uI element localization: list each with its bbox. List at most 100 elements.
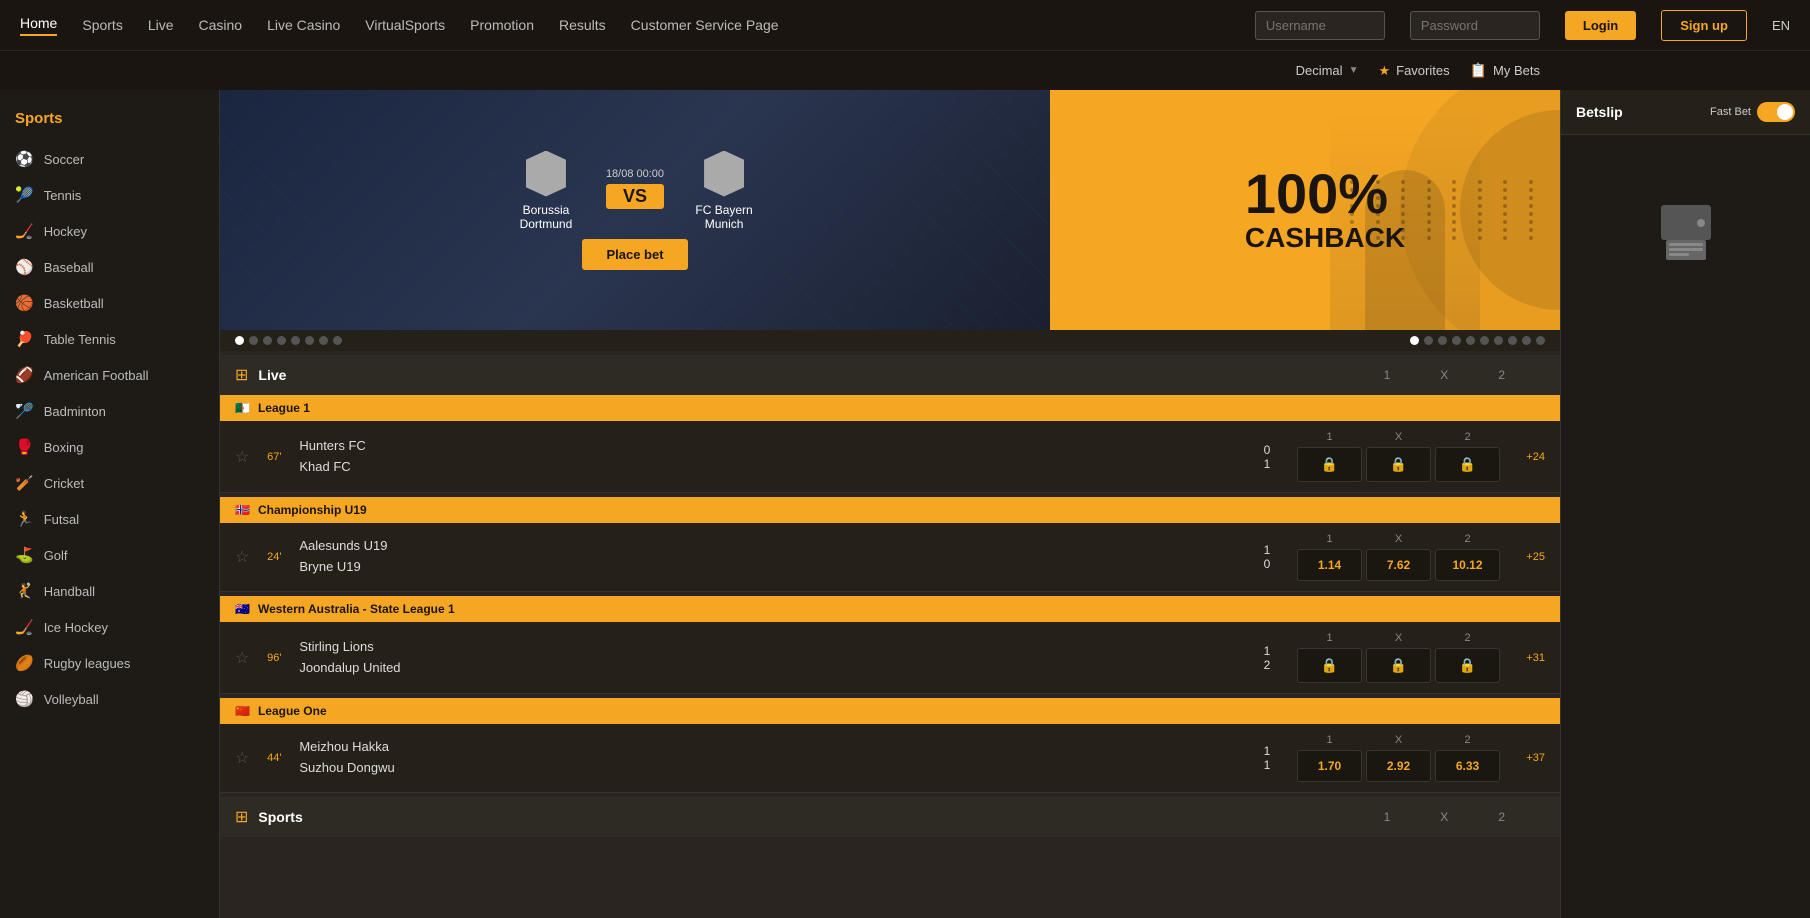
nav-virtual-sports[interactable]: VirtualSports bbox=[365, 17, 445, 33]
language-selector[interactable]: EN bbox=[1772, 18, 1790, 33]
team1-match2: Aalesunds U19 bbox=[299, 536, 1247, 557]
sidebar-item-basketball[interactable]: 🏀 Basketball bbox=[0, 285, 219, 321]
sidebar: Sports ⚽ Soccer 🎾 Tennis 🏒 Hockey ⚾ Base… bbox=[0, 90, 220, 918]
american-football-icon: 🏈 bbox=[15, 366, 34, 384]
promo-cashback: CASHBACK bbox=[1245, 222, 1405, 254]
dot-3[interactable] bbox=[263, 336, 272, 345]
favorite-star-2[interactable]: ☆ bbox=[235, 547, 249, 567]
promo-dot-8[interactable] bbox=[1508, 336, 1517, 345]
more-bets-3[interactable]: +31 bbox=[1510, 652, 1545, 664]
odds-1-2[interactable]: 1.14 bbox=[1297, 549, 1362, 581]
nav-casino[interactable]: Casino bbox=[199, 17, 243, 33]
dot-7[interactable] bbox=[319, 336, 328, 345]
promo-dot-4[interactable] bbox=[1452, 336, 1461, 345]
username-input[interactable] bbox=[1255, 11, 1385, 40]
promo-dot-7[interactable] bbox=[1494, 336, 1503, 345]
match-row-2: ☆ 24' Aalesunds U19 Bryne U19 1 0 1 X 2 … bbox=[220, 523, 1560, 592]
sidebar-item-baseball[interactable]: ⚾ Baseball bbox=[0, 249, 219, 285]
dot-6[interactable] bbox=[305, 336, 314, 345]
decimal-selector[interactable]: Decimal ▼ bbox=[1296, 63, 1359, 78]
banner-area: Borussia Dortmund 18/08 00:00 VS FC Baye… bbox=[220, 90, 1560, 330]
promo-dot-3[interactable] bbox=[1438, 336, 1447, 345]
promo-dot-5[interactable] bbox=[1466, 336, 1475, 345]
signup-button[interactable]: Sign up bbox=[1661, 10, 1747, 41]
dot-4[interactable] bbox=[277, 336, 286, 345]
banner-date: 18/08 00:00 bbox=[606, 168, 664, 180]
sidebar-item-futsal[interactable]: 🏃 Futsal bbox=[0, 501, 219, 537]
promo-dot-2[interactable] bbox=[1424, 336, 1433, 345]
nav-customer-service[interactable]: Customer Service Page bbox=[631, 17, 779, 33]
match-teams-1: Hunters FC Khad FC bbox=[299, 436, 1247, 478]
sidebar-label: Baseball bbox=[44, 260, 94, 275]
sidebar-item-ice-hockey[interactable]: 🏒 Ice Hockey bbox=[0, 609, 219, 645]
toggle-knob bbox=[1777, 104, 1793, 120]
dot-8[interactable] bbox=[333, 336, 342, 345]
sidebar-item-boxing[interactable]: 🥊 Boxing bbox=[0, 429, 219, 465]
promo-dot-10[interactable] bbox=[1536, 336, 1545, 345]
more-bets-1[interactable]: +24 bbox=[1510, 451, 1545, 463]
live-title: Live bbox=[258, 367, 286, 383]
league-name-3: Western Australia - State League 1 bbox=[258, 602, 455, 616]
banner-dots bbox=[220, 330, 1560, 351]
mybets-icon: 📋 bbox=[1470, 62, 1487, 79]
favorite-star-1[interactable]: ☆ bbox=[235, 447, 249, 467]
more-bets-2[interactable]: +25 bbox=[1510, 551, 1545, 563]
grid-icon: ⊞ bbox=[235, 365, 248, 385]
odds-group-3: 1 X 2 🔒 🔒 🔒 bbox=[1297, 632, 1500, 683]
sidebar-item-american-football[interactable]: 🏈 American Football bbox=[0, 357, 219, 393]
sidebar-item-tennis[interactable]: 🎾 Tennis bbox=[0, 177, 219, 213]
favorite-star-4[interactable]: ☆ bbox=[235, 748, 249, 768]
odds-x-1[interactable]: 🔒 bbox=[1366, 447, 1431, 482]
nav-live[interactable]: Live bbox=[148, 17, 174, 33]
password-input[interactable] bbox=[1410, 11, 1540, 40]
sidebar-item-cricket[interactable]: 🏏 Cricket bbox=[0, 465, 219, 501]
login-button[interactable]: Login bbox=[1565, 11, 1636, 40]
sidebar-item-badminton[interactable]: 🏸 Badminton bbox=[0, 393, 219, 429]
sidebar-item-handball[interactable]: 🤾 Handball bbox=[0, 573, 219, 609]
mybets-label: My Bets bbox=[1493, 63, 1540, 78]
hockey-icon: 🏒 bbox=[15, 222, 34, 240]
odds-2-1[interactable]: 🔒 bbox=[1435, 447, 1500, 482]
sidebar-item-table-tennis[interactable]: 🏓 Table Tennis bbox=[0, 321, 219, 357]
sidebar-item-volleyball[interactable]: 🏐 Volleyball bbox=[0, 681, 219, 717]
match-row-4: ☆ 44' Meizhou Hakka Suzhou Dongwu 1 1 1 … bbox=[220, 724, 1560, 793]
sidebar-item-rugby[interactable]: 🏉 Rugby leagues bbox=[0, 645, 219, 681]
badminton-icon: 🏸 bbox=[15, 402, 34, 420]
promo-dot-6[interactable] bbox=[1480, 336, 1489, 345]
dot-1[interactable] bbox=[235, 336, 244, 345]
odds-x-2[interactable]: 7.62 bbox=[1366, 549, 1431, 581]
team1-name: Borussia Dortmund bbox=[501, 203, 591, 231]
fast-bet-toggle[interactable]: Fast Bet bbox=[1710, 102, 1795, 122]
favorites-button[interactable]: ★ Favorites bbox=[1378, 63, 1449, 79]
league-name-2: Championship U19 bbox=[258, 503, 367, 517]
odds-1-3[interactable]: 🔒 bbox=[1297, 648, 1362, 683]
odds-1-4[interactable]: 1.70 bbox=[1297, 750, 1362, 782]
place-bet-button[interactable]: Place bet bbox=[582, 239, 687, 270]
nav-home[interactable]: Home bbox=[20, 15, 57, 36]
sidebar-item-hockey[interactable]: 🏒 Hockey bbox=[0, 213, 219, 249]
odds-2-4[interactable]: 6.33 bbox=[1435, 750, 1500, 782]
odds-1-1[interactable]: 🔒 bbox=[1297, 447, 1362, 482]
more-bets-4[interactable]: +37 bbox=[1510, 752, 1545, 764]
odds-2-3[interactable]: 🔒 bbox=[1435, 648, 1500, 683]
promo-dot-9[interactable] bbox=[1522, 336, 1531, 345]
odds-2-2[interactable]: 10.12 bbox=[1435, 549, 1500, 581]
sidebar-item-soccer[interactable]: ⚽ Soccer bbox=[0, 141, 219, 177]
nav-results[interactable]: Results bbox=[559, 17, 606, 33]
betslip-title: Betslip bbox=[1576, 104, 1623, 120]
banner-promo: for(let i=0;i<64;i++) document.write('<d… bbox=[1050, 90, 1560, 330]
odds-x-4[interactable]: 2.92 bbox=[1366, 750, 1431, 782]
mybets-button[interactable]: 📋 My Bets bbox=[1470, 62, 1540, 79]
odds-group-4: 1 X 2 1.70 2.92 6.33 bbox=[1297, 734, 1500, 782]
dot-5[interactable] bbox=[291, 336, 300, 345]
baseball-icon: ⚾ bbox=[15, 258, 34, 276]
dot-2[interactable] bbox=[249, 336, 258, 345]
favorite-star-3[interactable]: ☆ bbox=[235, 648, 249, 668]
nav-promotion[interactable]: Promotion bbox=[470, 17, 534, 33]
toggle-switch[interactable] bbox=[1757, 102, 1795, 122]
nav-live-casino[interactable]: Live Casino bbox=[267, 17, 340, 33]
promo-dot-1[interactable] bbox=[1410, 336, 1419, 345]
nav-sports[interactable]: Sports bbox=[82, 17, 122, 33]
sidebar-item-golf[interactable]: ⛳ Golf bbox=[0, 537, 219, 573]
odds-x-3[interactable]: 🔒 bbox=[1366, 648, 1431, 683]
